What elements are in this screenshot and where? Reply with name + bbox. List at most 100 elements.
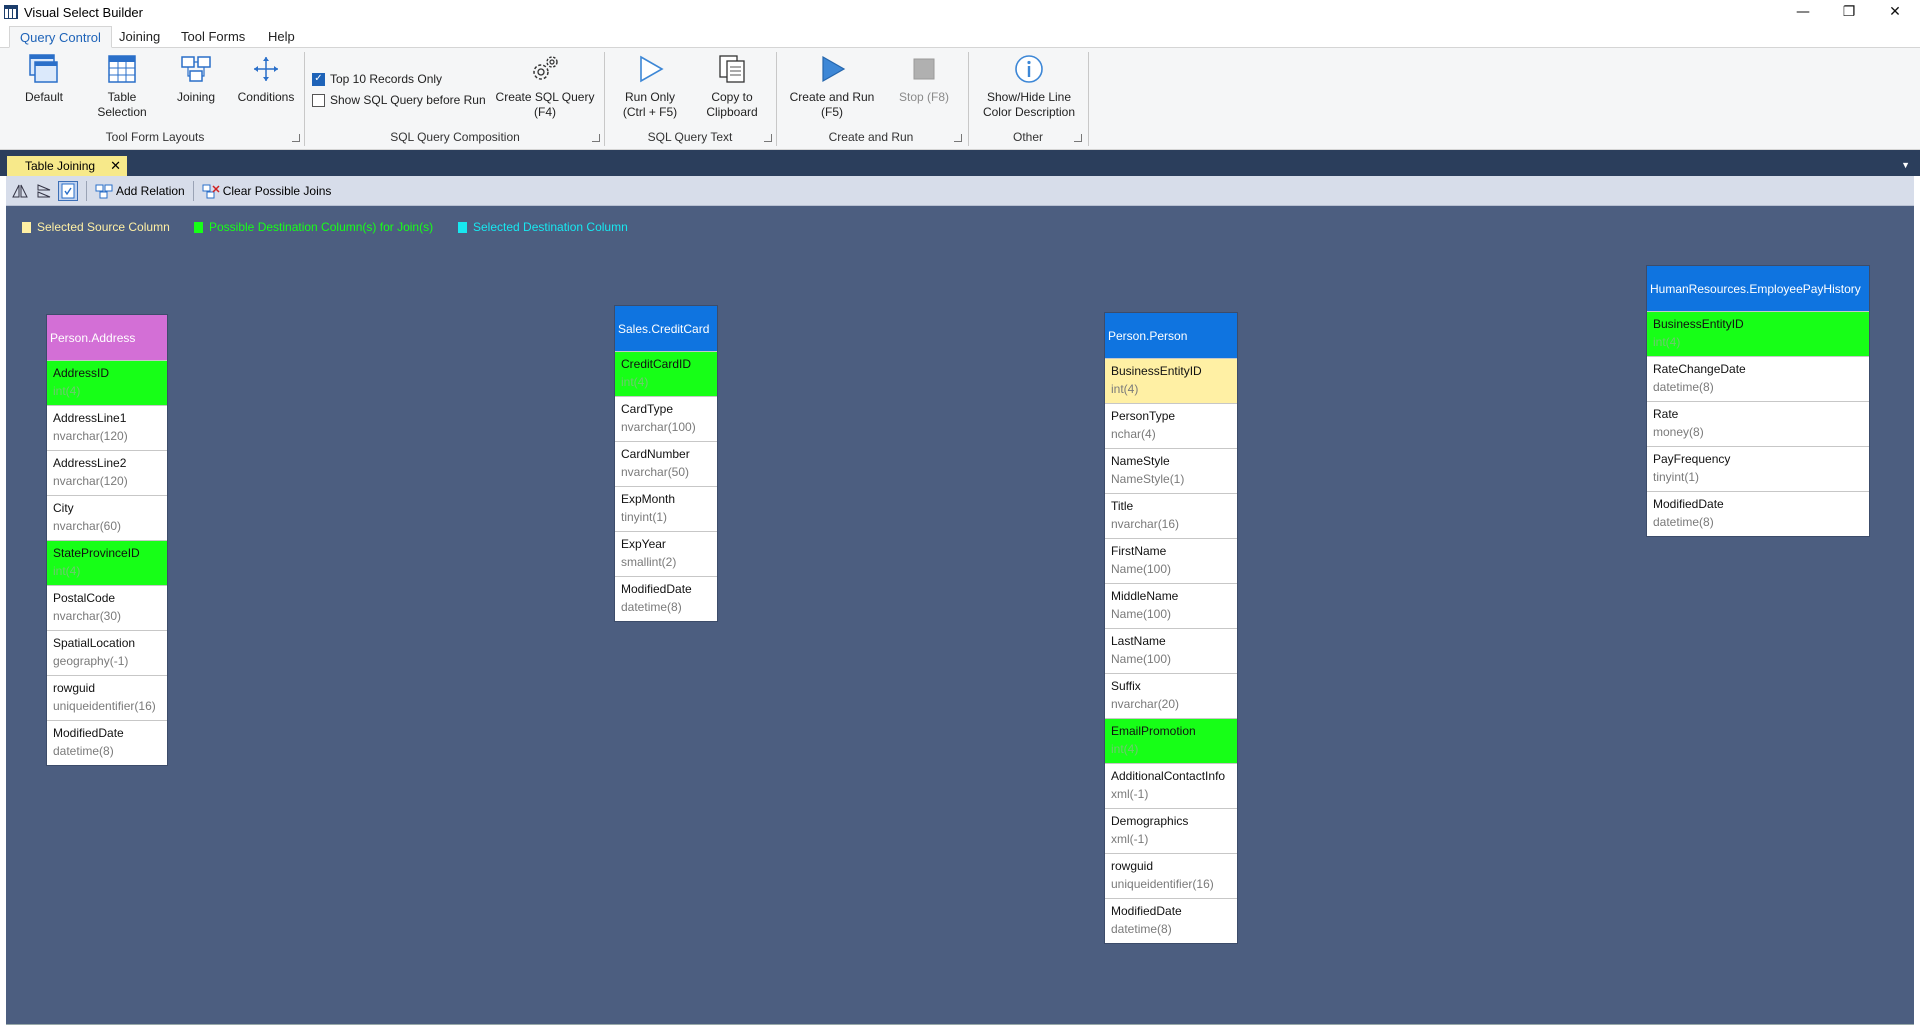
column-name: BusinessEntityID <box>1653 317 1744 331</box>
column-row[interactable]: ModifiedDate datetime(8) <box>1105 898 1237 943</box>
column-name: Suffix <box>1111 679 1141 693</box>
column-row[interactable]: rowguid uniqueidentifier(16) <box>47 675 167 720</box>
group-separator <box>1088 52 1089 146</box>
tab-tool-forms[interactable]: Tool Forms <box>171 26 255 48</box>
copy-clipboard-button[interactable]: Copy to Clipboard <box>696 52 768 120</box>
table-person-address[interactable]: Person.Address AddressID int(4) AddressLin… <box>46 314 168 766</box>
maximize-button[interactable]: ❐ <box>1826 0 1872 24</box>
show-hide-label-2: Color Description <box>982 105 1076 119</box>
default-layout-button[interactable]: Default <box>20 52 68 105</box>
top10-checkbox[interactable]: ✓ Top 10 Records Only <box>312 72 442 86</box>
column-name: AddressLine1 <box>53 411 127 425</box>
tab-list-dropdown-icon[interactable]: ▼ <box>1901 160 1910 170</box>
title-bar: Visual Select Builder — ❐ ✕ <box>0 0 1920 24</box>
table-header[interactable]: Sales.CreditCard <box>615 306 717 351</box>
table-sales-creditcard[interactable]: Sales.CreditCard CreditCardID int(4) CardT… <box>614 305 718 622</box>
column-type: int(4) <box>53 384 81 398</box>
tab-query-control[interactable]: Query Control <box>9 26 112 48</box>
column-row[interactable]: MiddleName Name(100) <box>1105 583 1237 628</box>
column-name: ModifiedDate <box>53 726 124 740</box>
joining-canvas[interactable]: Selected Source Column Possible Destinat… <box>6 206 1914 1024</box>
tab-help[interactable]: Help <box>258 26 305 48</box>
joining-button[interactable]: Joining <box>170 52 222 105</box>
table-employee-pay-history[interactable]: HumanResources.EmployeePayHistory Busine… <box>1646 265 1870 537</box>
column-name: EmailPromotion <box>1111 724 1196 738</box>
close-tab-icon[interactable]: ✕ <box>110 158 121 174</box>
column-row[interactable]: ModifiedDate datetime(8) <box>47 720 167 765</box>
column-type: nvarchar(120) <box>53 429 128 443</box>
column-type: xml(-1) <box>1111 787 1149 801</box>
add-relation-icon <box>95 184 113 198</box>
clear-possible-joins-button[interactable]: Clear Possible Joins <box>202 183 331 199</box>
group-launcher-tool-form-layouts[interactable] <box>292 134 300 142</box>
column-row[interactable]: PostalCode nvarchar(30) <box>47 585 167 630</box>
column-row[interactable]: ExpYear smallint(2) <box>615 531 717 576</box>
table-selection-button[interactable]: Table Selection <box>94 52 150 120</box>
column-row[interactable]: RateChangeDate datetime(8) <box>1647 356 1869 401</box>
column-row[interactable]: rowguid uniqueidentifier(16) <box>1105 853 1237 898</box>
create-and-run-button[interactable]: Create and Run (F5) <box>784 52 880 120</box>
column-row[interactable]: StateProvinceID int(4) <box>47 540 167 585</box>
group-launcher-sql-composition[interactable] <box>592 134 600 142</box>
join-tables-icon <box>179 52 213 86</box>
show-hide-line-color-button[interactable]: Show/Hide Line Color Description <box>978 52 1080 120</box>
column-row[interactable]: AddressLine1 nvarchar(120) <box>47 405 167 450</box>
group-launcher-create-run[interactable] <box>954 134 962 142</box>
table-header[interactable]: Person.Address <box>47 315 167 360</box>
group-launcher-sql-text[interactable] <box>764 134 772 142</box>
column-row[interactable]: Demographics xml(-1) <box>1105 808 1237 853</box>
column-row[interactable]: ModifiedDate datetime(8) <box>615 576 717 621</box>
column-row[interactable]: PersonType nchar(4) <box>1105 403 1237 448</box>
copy-label-2: Clipboard <box>706 105 758 119</box>
table-header[interactable]: HumanResources.EmployeePayHistory <box>1647 266 1869 311</box>
column-row[interactable]: CardNumber nvarchar(50) <box>615 441 717 486</box>
add-relation-label: Add Relation <box>116 183 185 198</box>
column-row[interactable]: EmailPromotion int(4) <box>1105 718 1237 763</box>
column-row[interactable]: CardType nvarchar(100) <box>615 396 717 441</box>
default-label: Default <box>24 90 64 104</box>
column-name: ExpMonth <box>621 492 676 506</box>
minimize-button[interactable]: — <box>1780 0 1826 24</box>
column-row[interactable]: BusinessEntityID int(4) <box>1647 311 1869 356</box>
tab-table-joining[interactable]: Table Joining ✕ <box>7 156 127 176</box>
add-relation-button[interactable]: Add Relation <box>95 183 185 199</box>
gears-icon <box>528 52 562 86</box>
group-launcher-other[interactable] <box>1074 134 1082 142</box>
column-type: uniqueidentifier(16) <box>53 699 156 713</box>
show-sql-checkbox[interactable]: Show SQL Query before Run <box>312 93 486 107</box>
table-person-person[interactable]: Person.Person BusinessEntityID int(4) Pers… <box>1104 312 1238 944</box>
run-only-button[interactable]: Run Only (Ctrl + F5) <box>614 52 686 120</box>
column-row[interactable]: AddressID int(4) <box>47 360 167 405</box>
auto-join-toggle-icon[interactable] <box>58 180 78 201</box>
stop-button[interactable]: Stop (F8) <box>892 52 956 105</box>
column-row[interactable]: PayFrequency tinyint(1) <box>1647 446 1869 491</box>
column-row[interactable]: Suffix nvarchar(20) <box>1105 673 1237 718</box>
column-row[interactable]: Rate money(8) <box>1647 401 1869 446</box>
create-sql-query-button[interactable]: Create SQL Query (F4) <box>494 52 596 120</box>
tab-table-joining-label: Table Joining <box>25 159 96 173</box>
tab-joining[interactable]: Joining <box>109 26 170 48</box>
column-row[interactable]: City nvarchar(60) <box>47 495 167 540</box>
column-row[interactable]: AdditionalContactInfo xml(-1) <box>1105 763 1237 808</box>
table-header[interactable]: Person.Person <box>1105 313 1237 358</box>
column-row[interactable]: LastName Name(100) <box>1105 628 1237 673</box>
column-row[interactable]: Title nvarchar(16) <box>1105 493 1237 538</box>
flip-horizontal-icon[interactable] <box>10 181 30 201</box>
column-row[interactable]: FirstName Name(100) <box>1105 538 1237 583</box>
column-type: int(4) <box>53 564 81 578</box>
top10-check-icon: ✓ <box>312 72 325 86</box>
column-row[interactable]: AddressLine2 nvarchar(120) <box>47 450 167 495</box>
column-row[interactable]: ModifiedDate datetime(8) <box>1647 491 1869 536</box>
column-type: nvarchar(20) <box>1111 697 1180 711</box>
flip-vertical-icon[interactable] <box>34 181 54 201</box>
column-row[interactable]: SpatialLocation geography(-1) <box>47 630 167 675</box>
conditions-button[interactable]: Conditions <box>236 52 296 105</box>
column-type: NameStyle(1) <box>1111 472 1185 486</box>
column-row[interactable]: NameStyle NameStyle(1) <box>1105 448 1237 493</box>
column-row[interactable]: CreditCardID int(4) <box>615 351 717 396</box>
column-name: Demographics <box>1111 814 1189 828</box>
column-row[interactable]: BusinessEntityID int(4) <box>1105 358 1237 403</box>
close-button[interactable]: ✕ <box>1872 0 1918 24</box>
column-name: rowguid <box>1111 859 1154 873</box>
column-row[interactable]: ExpMonth tinyint(1) <box>615 486 717 531</box>
